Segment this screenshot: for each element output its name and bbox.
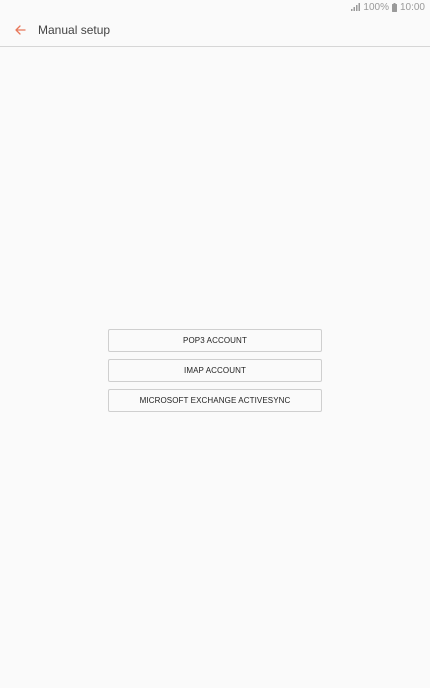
- page-title: Manual setup: [38, 23, 111, 37]
- account-type-list: POP3 ACCOUNT IMAP ACCOUNT MICROSOFT EXCH…: [108, 329, 322, 419]
- back-arrow-icon: [15, 25, 26, 35]
- battery-icon: [391, 2, 397, 12]
- exchange-activesync-button[interactable]: MICROSOFT EXCHANGE ACTIVESYNC: [108, 389, 322, 412]
- app-bar: Manual setup: [0, 14, 430, 47]
- back-button[interactable]: [6, 16, 34, 44]
- clock: 10:00: [399, 1, 425, 13]
- battery-percent: 100%: [363, 1, 389, 13]
- signal-bars-icon: [351, 3, 361, 11]
- pop3-account-button[interactable]: POP3 ACCOUNT: [108, 329, 322, 352]
- imap-account-button[interactable]: IMAP ACCOUNT: [108, 359, 322, 382]
- status-bar: 100% 10:00: [0, 0, 430, 14]
